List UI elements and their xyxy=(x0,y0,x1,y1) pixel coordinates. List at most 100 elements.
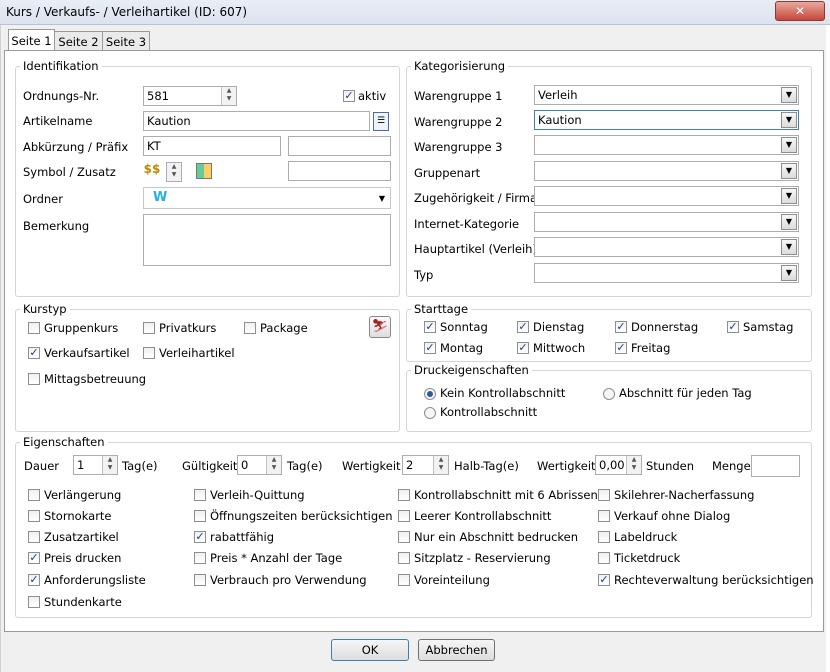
aktiv-label: aktiv xyxy=(358,89,387,103)
rabattfaehig-checkbox[interactable]: ✓ xyxy=(194,531,206,543)
aktiv-checkbox[interactable]: ✓ xyxy=(343,90,355,102)
internet-kategorie-select[interactable]: ▼ xyxy=(534,212,799,232)
kat-row-label: Zugehörigkeit / Firma xyxy=(414,191,538,205)
kein-kontrollabschnitt-radio[interactable] xyxy=(424,388,436,400)
freitag-checkbox[interactable]: ✓ xyxy=(615,342,627,354)
check-label: Labeldruck xyxy=(614,530,678,544)
check-label: Stundenkarte xyxy=(44,595,122,609)
tab-seite-2[interactable]: Seite 2 xyxy=(54,31,103,52)
montag-checkbox[interactable]: ✓ xyxy=(424,342,436,354)
gruppenkurs-checkbox[interactable] xyxy=(28,322,40,334)
ordner-label: Ordner xyxy=(23,192,63,206)
ordnungsnr-field[interactable]: 581 ▲ ▼ xyxy=(143,86,237,106)
labeldruck-checkbox[interactable] xyxy=(598,531,610,543)
chevron-down-icon: ▼ xyxy=(781,265,797,281)
zugehoerigkeit-select[interactable]: ▼ xyxy=(534,186,799,206)
verkaufsartikel-checkbox[interactable]: ✓ xyxy=(28,347,40,359)
check-label: Preis drucken xyxy=(44,551,122,565)
abkuerzung-field[interactable]: KT xyxy=(143,136,281,156)
gruppenart-select[interactable]: ▼ xyxy=(534,161,799,181)
cancel-button[interactable]: Abbrechen xyxy=(418,639,495,661)
spin-icon: ▲ ▼ xyxy=(626,456,641,474)
package-label: Package xyxy=(260,321,308,335)
hauptartikel-select[interactable]: ▼ xyxy=(534,237,799,257)
stornokarte-checkbox[interactable] xyxy=(28,510,40,522)
warengruppe-3-select[interactable]: ▼ xyxy=(534,135,799,155)
spin-icon: ▲ ▼ xyxy=(102,456,117,474)
spin-icon[interactable]: ▲ ▼ xyxy=(221,87,236,105)
check-label: Voreinteilung xyxy=(414,573,490,587)
verleih-quittung-checkbox[interactable] xyxy=(194,489,206,501)
kontrollabschnitt-6-abrisse-checkbox[interactable] xyxy=(398,489,410,501)
sitzplatz-reservierung-checkbox[interactable] xyxy=(398,552,410,564)
chevron-down-icon: ▼ xyxy=(781,239,797,255)
color-picker-icon[interactable] xyxy=(196,163,212,179)
close-button[interactable]: ✕ xyxy=(775,1,825,21)
stundenkarte-checkbox[interactable] xyxy=(28,596,40,608)
freitag-label: Freitag xyxy=(631,341,671,355)
oeffnungszeiten-checkbox[interactable] xyxy=(194,510,206,522)
samstag-checkbox[interactable]: ✓ xyxy=(727,321,739,333)
sonntag-checkbox[interactable]: ✓ xyxy=(424,321,436,333)
skilehrer-nacherfassung-checkbox[interactable] xyxy=(598,489,610,501)
donnerstag-checkbox[interactable]: ✓ xyxy=(615,321,627,333)
bemerkung-field[interactable] xyxy=(143,214,391,266)
verbrauch-pro-verwendung-checkbox[interactable] xyxy=(194,574,206,586)
anforderungsliste-checkbox[interactable]: ✓ xyxy=(28,574,40,586)
check-label: Preis * Anzahl der Tage xyxy=(210,551,343,565)
praefix-field[interactable] xyxy=(288,136,391,156)
check-label: Skilehrer-Nacherfassung xyxy=(614,488,755,502)
artikelname-label: Artikelname xyxy=(23,114,93,128)
ordner-select[interactable]: W ▼ xyxy=(143,187,391,209)
zusatz-field[interactable] xyxy=(288,161,391,181)
tab-seite-1[interactable]: Seite 1 xyxy=(8,29,55,52)
kontrollabschnitt-radio[interactable] xyxy=(424,407,436,419)
kat-row-label: Warengruppe 3 xyxy=(414,140,503,154)
zusatzartikel-checkbox[interactable] xyxy=(28,531,40,543)
verleihartikel-checkbox[interactable] xyxy=(143,347,155,359)
privatkurs-checkbox[interactable] xyxy=(143,322,155,334)
verlaengerung-checkbox[interactable] xyxy=(28,489,40,501)
abschnitt-jeden-tag-radio[interactable] xyxy=(603,388,615,400)
currency-symbol-icon[interactable]: $$ xyxy=(141,162,163,180)
package-checkbox[interactable] xyxy=(244,322,256,334)
check-label: Öffnungszeiten berücksichtigen xyxy=(210,509,393,523)
kein-kontrollabschnitt-label: Kein Kontrollabschnitt xyxy=(440,386,566,400)
leerer-kontrollabschnitt-checkbox[interactable] xyxy=(398,510,410,522)
warengruppe-1-select[interactable]: Verleih ▼ xyxy=(534,85,799,105)
menge-field[interactable] xyxy=(751,455,800,477)
dauer-field[interactable]: 1 ▲ ▼ xyxy=(73,455,118,475)
typ-select[interactable]: ▼ xyxy=(534,263,799,283)
nur-ein-abschnitt-checkbox[interactable] xyxy=(398,531,410,543)
preis-anzahl-tage-checkbox[interactable] xyxy=(194,552,206,564)
druckeigenschaften-legend: Druckeigenschaften xyxy=(411,363,532,377)
tab-seite-3[interactable]: Seite 3 xyxy=(102,31,150,52)
mittwoch-checkbox[interactable]: ✓ xyxy=(517,342,529,354)
wertigkeit-halbtag-unit: Halb-Tag(e) xyxy=(454,459,519,473)
symbol-spin-icon[interactable]: ▲ ▼ xyxy=(166,162,182,182)
ski-icon[interactable]: ⛷ xyxy=(369,316,391,338)
bemerkung-label: Bemerkung xyxy=(23,219,90,233)
rechteverwaltung-checkbox[interactable]: ✓ xyxy=(598,574,610,586)
check-label: Rechteverwaltung berücksichtigen xyxy=(614,573,814,587)
verkauf-ohne-dialog-checkbox[interactable] xyxy=(598,510,610,522)
warengruppe-2-select[interactable]: Kaution ▼ xyxy=(534,110,799,130)
dauer-label: Dauer xyxy=(24,459,59,473)
identifikation-legend: Identifikation xyxy=(20,59,102,73)
ticketdruck-checkbox[interactable] xyxy=(598,552,610,564)
dienstag-checkbox[interactable]: ✓ xyxy=(517,321,529,333)
wertigkeit-stunden-field[interactable]: 0,00 ▲ ▼ xyxy=(595,455,642,475)
preis-drucken-checkbox[interactable]: ✓ xyxy=(28,552,40,564)
list-icon[interactable]: ☰ xyxy=(373,112,389,131)
check-label: Nur ein Abschnitt bedrucken xyxy=(414,530,579,544)
mittagsbetreuung-checkbox[interactable] xyxy=(28,373,40,385)
gruppenkurs-label: Gruppenkurs xyxy=(44,321,119,335)
voreinteilung-checkbox[interactable] xyxy=(398,574,410,586)
wertigkeit-halbtag-field[interactable]: 2 ▲ ▼ xyxy=(402,455,449,475)
mittwoch-label: Mittwoch xyxy=(533,341,586,355)
starttage-legend: Starttage xyxy=(411,302,472,316)
check-label: Verlängerung xyxy=(44,488,122,502)
gueltigkeit-field[interactable]: 0 ▲ ▼ xyxy=(237,455,282,475)
ok-button[interactable]: OK xyxy=(331,639,409,661)
artikelname-field[interactable]: Kaution xyxy=(143,111,370,131)
